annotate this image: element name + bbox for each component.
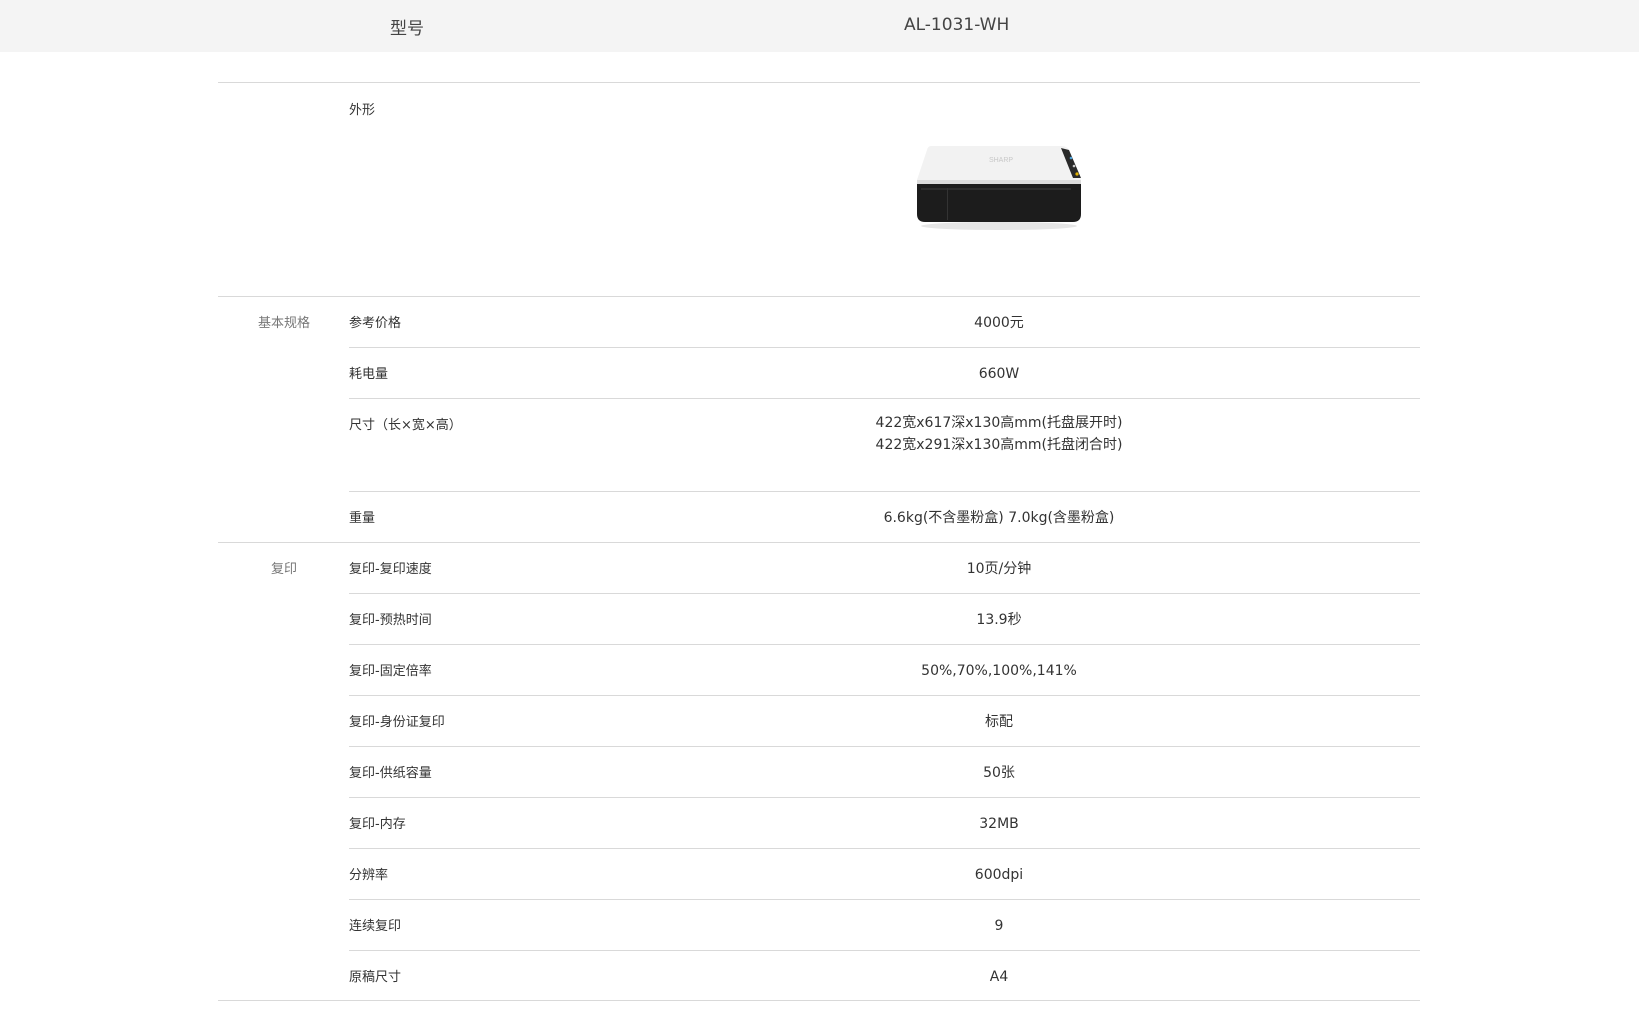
row-divider <box>349 593 1420 594</box>
spec-row-label: 尺寸（长×宽×高） <box>349 418 462 433</box>
spec-row-value: 50%,70%,100%,141% <box>921 663 1077 679</box>
printer-brand-mark: SHARP <box>989 157 1013 164</box>
group-divider-basic <box>218 296 1420 297</box>
spec-row-value: 13.9秒 <box>976 612 1022 628</box>
spec-row-value: 9 <box>994 918 1004 934</box>
row-divider <box>349 398 1420 399</box>
group-label-copy: 复印 <box>270 562 297 577</box>
spec-row-value: 422宽x617深x130高mm(托盘展开时) 422宽x291深x130高mm… <box>875 415 1123 453</box>
spec-row-label: 原稿尺寸 <box>349 970 402 985</box>
appearance-label: 外形 <box>349 103 376 118</box>
spec-row-value: 6.6kg(不含墨粉盒) 7.0kg(含墨粉盒) <box>883 510 1115 526</box>
row-divider <box>349 644 1420 645</box>
model-header-label: 型号 <box>390 19 424 39</box>
spec-row-value: 32MB <box>979 816 1019 832</box>
spec-row-label: 复印-固定倍率 <box>349 664 432 679</box>
printer-image: SHARP <box>915 144 1083 230</box>
model-number: AL-1031-WH <box>904 15 1010 35</box>
row-divider <box>349 950 1420 951</box>
spec-row-label: 分辨率 <box>349 868 389 883</box>
spec-row-label: 耗电量 <box>349 367 389 382</box>
spec-row-value: 600dpi <box>974 867 1024 883</box>
spec-row-value: 10页/分钟 <box>966 561 1032 577</box>
spec-row-label: 重量 <box>349 511 376 526</box>
row-divider <box>349 746 1420 747</box>
group-divider-copy <box>218 542 1420 543</box>
spec-row-value: 660W <box>978 366 1020 382</box>
spec-row-value: A4 <box>989 969 1009 985</box>
spec-row-label: 复印-复印速度 <box>349 562 432 577</box>
spec-row-label: 复印-身份证复印 <box>349 715 445 730</box>
spec-row-label: 连续复印 <box>349 919 402 934</box>
spec-row-value: 50张 <box>983 765 1015 781</box>
row-divider <box>349 899 1420 900</box>
section-divider <box>218 82 1420 83</box>
group-label-basic: 基本规格 <box>257 316 310 331</box>
row-divider <box>349 848 1420 849</box>
row-divider <box>349 347 1420 348</box>
row-divider <box>349 695 1420 696</box>
row-divider <box>349 491 1420 492</box>
spec-row-label: 复印-内存 <box>349 817 406 832</box>
spec-header-bar: 型号 AL-1031-WH <box>0 0 1639 52</box>
row-divider <box>349 797 1420 798</box>
spec-row-value: 标配 <box>985 714 1013 730</box>
spec-row-label: 复印-预热时间 <box>349 613 432 628</box>
spec-row-label: 复印-供纸容量 <box>349 766 432 781</box>
section-divider <box>218 1000 1420 1001</box>
spec-row-label: 参考价格 <box>349 316 402 331</box>
spec-row-value: 4000元 <box>974 315 1024 331</box>
